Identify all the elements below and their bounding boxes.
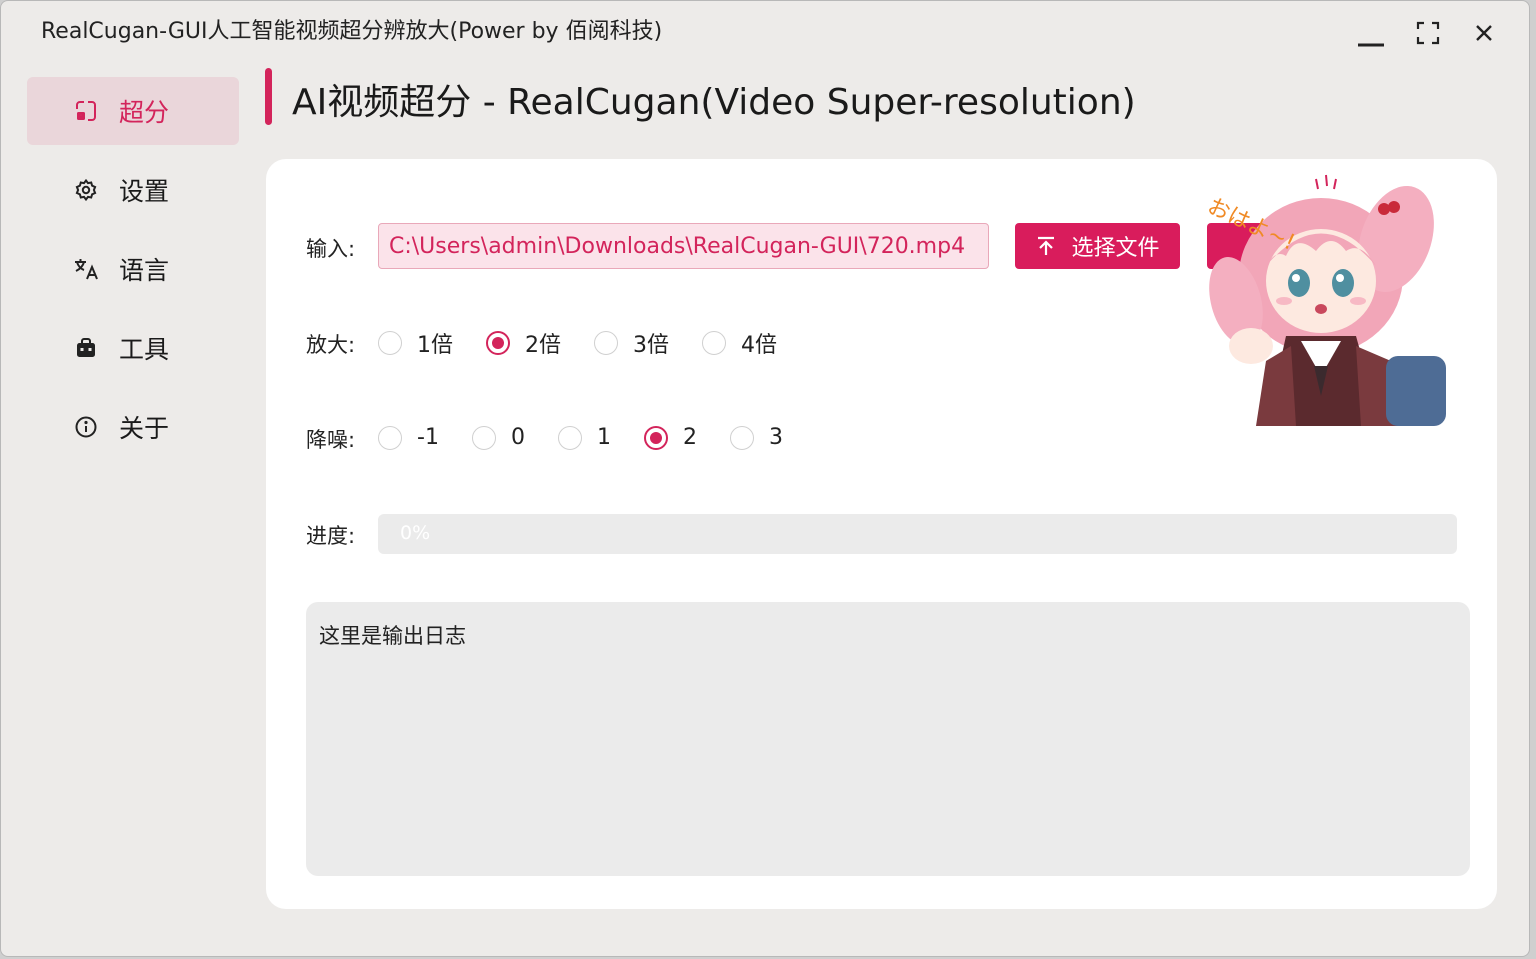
radio-label: 2倍 [525, 333, 561, 358]
radio-label: 4倍 [741, 333, 777, 358]
input-path-field[interactable] [378, 223, 989, 269]
upload-arrow-icon [1038, 236, 1055, 255]
sidebar-item-settings[interactable]: 设置 [27, 156, 239, 224]
choose-file-button[interactable]: 选择文件 [1015, 223, 1180, 269]
denoise-option-0[interactable]: 0 [471, 425, 525, 450]
progress-text: 0% [400, 522, 431, 544]
denoise-option-2[interactable]: 2 [643, 425, 697, 450]
denoise-option-3[interactable]: 3 [729, 425, 783, 450]
scale-option-4x[interactable]: 4倍 [702, 327, 777, 359]
mascot-illustration: おはよ~! [1203, 174, 1446, 426]
sidebar-item-label: 工具 [119, 335, 170, 364]
radio-label: 1倍 [417, 333, 453, 358]
gear-icon [73, 177, 99, 203]
radio-button[interactable] [594, 331, 618, 355]
progress-label: 进度: [306, 524, 356, 548]
denoise-radio-group: -1 0 1 2 3 [378, 425, 783, 450]
sidebar: 超分 设置 语言 工具 关于 [27, 77, 239, 472]
sidebar-item-label: 设置 [119, 177, 170, 206]
main-card: 输入: 选择文件 放大: 1倍 2倍 3倍 [266, 159, 1497, 909]
radio-button[interactable] [729, 425, 754, 450]
radio-button[interactable] [702, 331, 726, 355]
sidebar-item-label: 超分 [119, 98, 170, 127]
maximize-button[interactable] [1408, 15, 1448, 51]
minimize-button[interactable] [1351, 15, 1391, 51]
radio-label: 2 [682, 425, 697, 450]
scale-radio-group: 1倍 2倍 3倍 4倍 [378, 327, 777, 359]
scale-option-3x[interactable]: 3倍 [594, 327, 669, 359]
radio-button[interactable] [471, 425, 496, 450]
denoise-label: 降噪: [306, 428, 356, 452]
radio-button[interactable] [378, 331, 402, 355]
minimize-icon [1358, 43, 1384, 47]
fullscreen-icon [1416, 21, 1440, 45]
window-title: RealCugan-GUI人工智能视频超分辨放大(Power by 佰阅科技) [41, 19, 663, 44]
scale-label: 放大: [306, 333, 356, 357]
radio-label: 3 [768, 425, 783, 450]
denoise-option-1[interactable]: 1 [557, 425, 611, 450]
translate-icon [73, 256, 99, 282]
super-resolution-icon [73, 98, 99, 124]
app-window: RealCugan-GUI人工智能视频超分辨放大(Power by 佰阅科技) … [0, 0, 1530, 957]
denoise-option-minus1[interactable]: -1 [378, 425, 439, 450]
radio-label: 0 [510, 425, 525, 450]
sidebar-item-about[interactable]: 关于 [27, 393, 239, 461]
sidebar-item-label: 语言 [119, 256, 170, 285]
radio-button[interactable] [486, 331, 510, 355]
input-label: 输入: [306, 237, 356, 261]
choose-file-label: 选择文件 [1071, 236, 1160, 261]
radio-label: -1 [417, 425, 439, 450]
sidebar-item-language[interactable]: 语言 [27, 235, 239, 303]
output-log[interactable]: 这里是输出日志 [306, 602, 1470, 876]
radio-button[interactable] [557, 425, 582, 450]
title-accent-bar [265, 68, 272, 125]
sidebar-item-label: 关于 [119, 414, 170, 443]
scale-option-1x[interactable]: 1倍 [378, 327, 453, 359]
radio-label: 3倍 [633, 333, 669, 358]
toolbox-icon [73, 335, 99, 361]
info-icon [73, 414, 99, 440]
close-icon [1476, 25, 1492, 41]
radio-button[interactable] [378, 425, 402, 450]
radio-label: 1 [596, 425, 611, 450]
radio-button[interactable] [643, 425, 668, 450]
close-button[interactable] [1464, 15, 1504, 51]
scale-option-2x[interactable]: 2倍 [486, 327, 561, 359]
page-title: AI视频超分 - RealCugan(Video Super-resolutio… [292, 82, 1136, 123]
sidebar-item-tools[interactable]: 工具 [27, 314, 239, 382]
sidebar-item-super-resolution[interactable]: 超分 [27, 77, 239, 145]
progress-bar: 0% [378, 514, 1457, 554]
